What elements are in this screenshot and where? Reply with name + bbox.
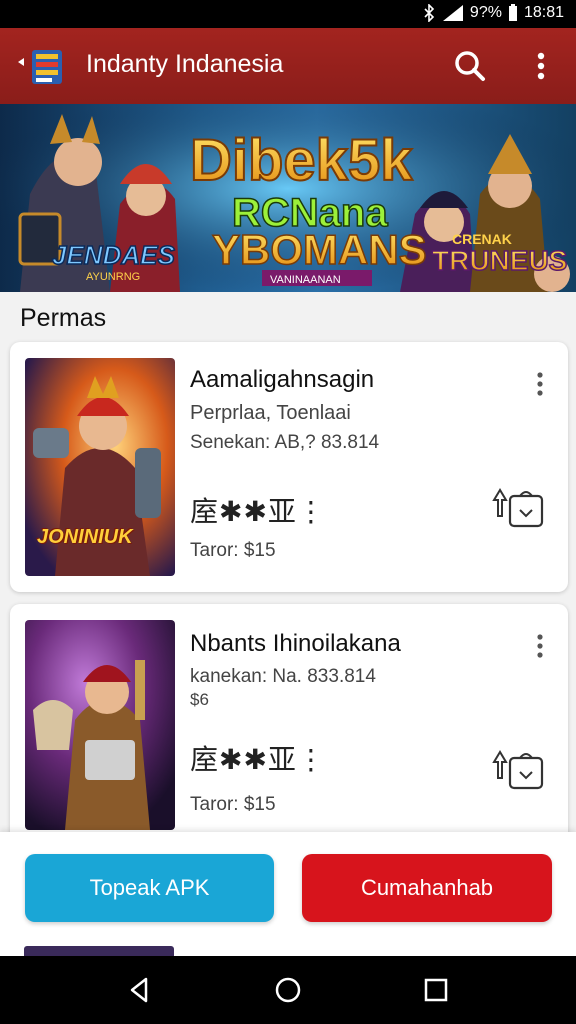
battery-percent: 9?% (469, 4, 502, 21)
recents-square-icon[interactable] (420, 974, 452, 1006)
rating-glyphs: 庢✱✱亚⋮ (190, 744, 326, 775)
download-icon[interactable] (490, 748, 550, 792)
banner-right-logo: TRUNEUS (432, 245, 567, 276)
next-card-peek (24, 946, 174, 956)
game-subtitle: kanekan: Na. 833.814 (190, 666, 376, 687)
rating-glyphs: 庢✱✱亚⋮ (190, 496, 326, 527)
app-logo-icon[interactable] (14, 42, 70, 90)
app-bar: Indanty Indanesia (0, 28, 576, 104)
promo-banner[interactable]: Dibek5k RCNana YBOMANS VANINAANAN JENDAE… (0, 104, 576, 292)
more-vert-icon[interactable] (530, 370, 550, 398)
home-circle-icon[interactable] (272, 974, 304, 1006)
banner-left-logo: JENDAES (52, 240, 175, 270)
back-triangle-icon[interactable] (124, 974, 156, 1006)
game-thumbnail[interactable] (25, 620, 175, 830)
signal-icon (442, 5, 463, 21)
download-apk-button[interactable]: Topeak APK (25, 854, 274, 922)
section-title: Permas (20, 304, 107, 332)
clock: 18:81 (523, 4, 564, 21)
status-icons: 9?% 18:81 (422, 4, 564, 22)
app-title: Indanty Indanesia (86, 50, 284, 78)
banner-center-tag: VANINAANAN (270, 274, 341, 286)
download-icon[interactable] (490, 486, 550, 530)
game-price: Taror: $15 (190, 540, 276, 561)
game-subtitle: Perprlaa, Toenlaai (190, 402, 351, 424)
banner-headline-3: YBOMANS (212, 226, 427, 273)
banner-left-sub: AYUNRNG (86, 271, 140, 283)
game-card[interactable]: Nbants Ihinoilakana kanekan: Na. 833.814… (10, 604, 568, 844)
game-card[interactable]: JONINIUK Aamaligahnsagin Perprlaa, Toenl… (10, 342, 568, 592)
bluetooth-icon (424, 4, 435, 22)
game-thumbnail[interactable]: JONINIUK (25, 358, 175, 576)
game-info: Senekan: AB,? 83.814 (190, 432, 380, 453)
thumbnail-label: JONINIUK (37, 526, 133, 548)
game-info: $6 (190, 690, 209, 709)
game-price: Taror: $15 (190, 794, 276, 815)
status-bar: 9?% 18:81 (0, 0, 576, 28)
more-vert-icon[interactable] (526, 48, 556, 84)
secondary-action-button[interactable]: Cumahanhab (302, 854, 552, 922)
game-title[interactable]: Aamaligahnsagin (190, 366, 374, 394)
battery-icon (508, 4, 517, 21)
banner-headline-1: Dibek5k (190, 128, 413, 193)
system-nav-bar (0, 956, 576, 1024)
search-icon[interactable] (450, 46, 490, 86)
bottom-action-bar: Topeak APK Cumahanhab (0, 832, 576, 956)
more-vert-icon[interactable] (530, 632, 550, 660)
game-title[interactable]: Nbants Ihinoilakana (190, 630, 401, 658)
